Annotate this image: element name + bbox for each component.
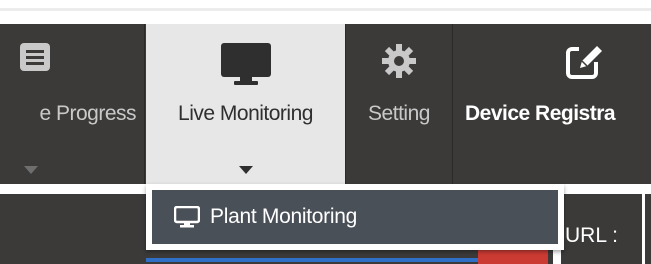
top-strip <box>0 0 651 24</box>
nav-item-setting[interactable]: Setting <box>346 24 452 184</box>
input-focus-border <box>146 258 478 262</box>
edit-icon <box>565 42 605 86</box>
top-divider <box>0 8 651 11</box>
nav-item-label: e Progress <box>39 102 136 125</box>
nav-item-progress[interactable]: e Progress <box>0 24 144 184</box>
dropdown-item-plant-monitoring[interactable]: Plant Monitoring <box>152 190 558 244</box>
nav-item-label: Setting <box>368 102 430 125</box>
nav-separator <box>144 24 145 184</box>
nav-item-device-registration[interactable]: Device Registra <box>453 24 651 184</box>
dropdown-item-label: Plant Monitoring <box>210 205 357 228</box>
monitor-icon <box>174 206 200 228</box>
field-border <box>642 194 645 264</box>
nav-item-label: Live Monitoring <box>178 102 313 125</box>
gear-icon <box>380 42 418 86</box>
url-label: URL : <box>565 224 618 247</box>
live-monitoring-dropdown: Plant Monitoring <box>146 184 564 250</box>
nav-item-live-monitoring[interactable]: Live Monitoring <box>146 24 345 184</box>
monitor-icon <box>220 42 272 92</box>
chevron-down-icon <box>238 156 253 180</box>
chevron-down-icon <box>24 156 38 180</box>
nav-item-label: Device Registra <box>465 102 616 125</box>
list-icon <box>20 42 54 78</box>
